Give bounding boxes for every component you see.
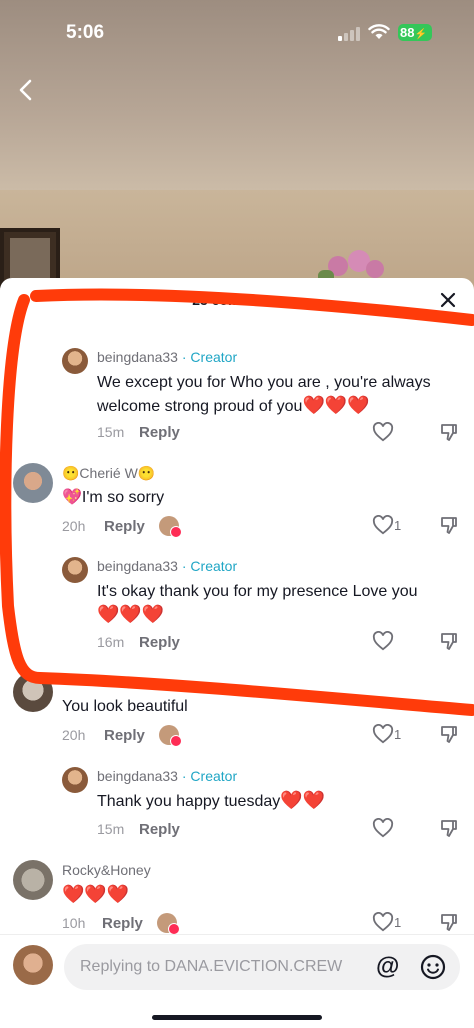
- comment-text: We except you for Who you are , you're a…: [97, 374, 431, 415]
- heart-emojis: ❤️❤️❤️: [302, 395, 370, 415]
- heart-outline-icon[interactable]: [372, 515, 394, 535]
- creator-badge: · Creator: [181, 768, 238, 784]
- comment-text: 💖I'm so sorry: [62, 489, 165, 506]
- comment-input-bar: @: [0, 934, 474, 1028]
- comment-time: 20h: [62, 518, 86, 534]
- comment-time: 15m: [97, 424, 125, 440]
- avatar[interactable]: [62, 557, 88, 583]
- comment-input-container[interactable]: @: [64, 944, 460, 990]
- thumbs-down-icon[interactable]: [439, 912, 459, 932]
- username[interactable]: beingdana33 · Creator: [97, 349, 237, 365]
- comment-time: 20h: [62, 727, 86, 743]
- reply-button[interactable]: Reply: [104, 518, 145, 535]
- comment-time: 15m: [97, 821, 125, 837]
- reply-button[interactable]: Reply: [139, 424, 180, 441]
- reply-button[interactable]: Reply: [139, 634, 180, 651]
- back-chevron-left-icon[interactable]: [14, 78, 38, 102]
- comment-text: Thank you happy tuesday❤️❤️: [97, 790, 326, 810]
- username[interactable]: 😶Cherié W😶: [62, 465, 155, 482]
- heart-outline-icon[interactable]: [372, 422, 394, 442]
- avatar[interactable]: [13, 463, 53, 503]
- username[interactable]: beingdana33 · Creator: [97, 558, 237, 574]
- comment-text: You look beautiful: [62, 698, 188, 715]
- comments-count-title: 23 comments: [192, 292, 282, 308]
- avatar[interactable]: [62, 767, 88, 793]
- username[interactable]: beingdana33 · Creator: [97, 768, 237, 784]
- username[interactable]: Rocky&Honey: [62, 862, 151, 878]
- thumbs-down-icon[interactable]: [439, 422, 459, 442]
- heart-emojis: ❤️❤️: [280, 790, 326, 810]
- comment-text: It's okay thank you for my presence Love…: [97, 583, 418, 624]
- heart-outline-icon[interactable]: [372, 631, 394, 651]
- status-time: 5:06: [66, 22, 105, 43]
- comment-time: 16m: [97, 634, 125, 650]
- creator-liked-avatar: [159, 516, 182, 538]
- thumbs-down-icon[interactable]: [439, 724, 459, 744]
- like-count: 1: [394, 727, 402, 742]
- comment-input[interactable]: [80, 944, 370, 990]
- heart-outline-icon[interactable]: [372, 724, 394, 744]
- thumbs-down-icon[interactable]: [439, 515, 459, 535]
- creator-liked-avatar: [159, 725, 182, 747]
- reply-button[interactable]: Reply: [104, 727, 145, 744]
- like-count: 1: [394, 915, 402, 930]
- home-indicator: [152, 1015, 322, 1020]
- thumbs-down-icon[interactable]: [439, 631, 459, 651]
- current-user-avatar[interactable]: [13, 945, 53, 985]
- cellular-signal-icon: [338, 27, 362, 41]
- battery-level: 88: [400, 25, 415, 40]
- reply-button[interactable]: Reply: [102, 915, 143, 932]
- avatar[interactable]: [62, 348, 88, 374]
- status-bar: 5:06 88⚡: [0, 0, 474, 64]
- avatar[interactable]: [13, 860, 53, 900]
- thumbs-down-icon[interactable]: [439, 818, 459, 838]
- creator-badge: · Creator: [181, 349, 238, 365]
- heart-emojis: ❤️❤️❤️: [97, 604, 165, 624]
- comment-text: ❤️❤️❤️: [62, 884, 130, 904]
- like-count: 1: [394, 518, 402, 533]
- creator-liked-avatar: [157, 913, 180, 935]
- reply-button[interactable]: Reply: [139, 821, 180, 838]
- smile-icon[interactable]: [420, 954, 446, 980]
- wifi-icon: [368, 24, 390, 39]
- avatar[interactable]: [13, 672, 53, 712]
- creator-badge: · Creator: [181, 558, 238, 574]
- heart-outline-icon[interactable]: [372, 912, 394, 932]
- sparkling-heart-emoji: 💖: [62, 489, 82, 506]
- battery-icon: 88⚡: [398, 24, 432, 41]
- comment-time: 10h: [62, 915, 86, 931]
- close-icon[interactable]: [438, 290, 458, 310]
- heart-outline-icon[interactable]: [372, 818, 394, 838]
- at-icon[interactable]: @: [376, 953, 399, 981]
